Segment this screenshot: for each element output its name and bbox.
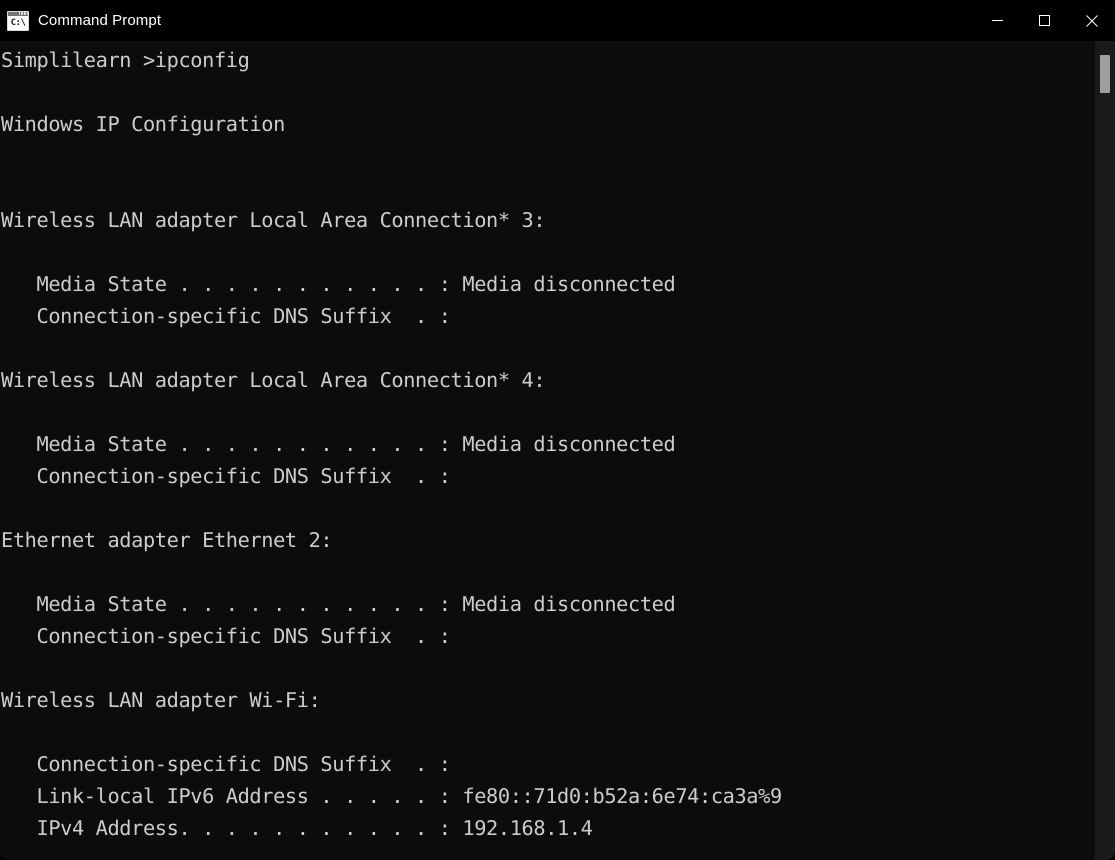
terminal-output-area[interactable]: Simplilearn >ipconfig Windows IP Configu… (0, 41, 1115, 860)
window-title: Command Prompt (38, 12, 162, 29)
title-bar[interactable]: C:\ Command Prompt (0, 0, 1115, 41)
vertical-scrollbar[interactable] (1095, 41, 1115, 860)
console-output: Simplilearn >ipconfig Windows IP Configu… (1, 48, 782, 840)
title-bar-left: C:\ Command Prompt (0, 0, 974, 41)
scrollbar-thumb[interactable] (1100, 55, 1110, 93)
command-prompt-icon-glyph: C:\ (10, 17, 26, 28)
maximize-button[interactable] (1021, 0, 1068, 41)
minimize-button[interactable] (974, 0, 1021, 41)
window-controls (974, 0, 1115, 41)
command-prompt-icon: C:\ (7, 10, 29, 31)
command-prompt-window: C:\ Command Prompt Simplilearn >ipconfig… (0, 0, 1115, 860)
close-button[interactable] (1068, 0, 1115, 41)
